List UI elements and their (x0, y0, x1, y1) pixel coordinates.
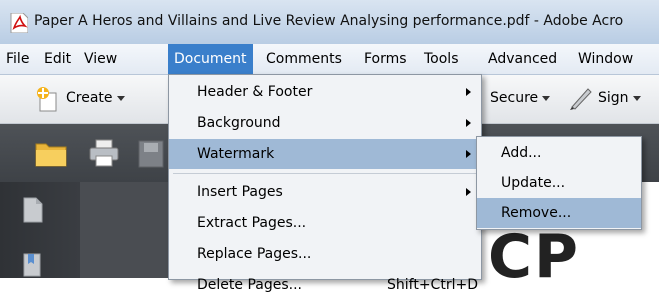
menu-item-delete-pages[interactable]: Delete Pages... Shift+Ctrl+D (169, 270, 481, 300)
chevron-down-icon (542, 95, 551, 101)
create-button[interactable]: Create (66, 90, 125, 106)
submenu-arrow-icon (466, 119, 471, 127)
chevron-down-icon (632, 95, 641, 101)
chevron-down-icon (116, 95, 125, 101)
menu-item-label: Update... (501, 175, 566, 191)
menu-edit[interactable]: Edit (38, 44, 77, 74)
page-content-text: CP (488, 222, 581, 292)
document-menu: Header & Footer Background Watermark Ins… (168, 74, 482, 293)
submenu-arrow-icon (466, 88, 471, 96)
menu-item-label: Header & Footer (197, 84, 313, 100)
menu-document[interactable]: Document (168, 44, 253, 74)
menu-tools[interactable]: Tools (418, 44, 465, 74)
acrobat-icon (10, 12, 29, 34)
title-bar: Paper A Heros and Villains and Live Revi… (0, 0, 659, 45)
watermark-submenu: Add... Update... Remove... (476, 136, 642, 230)
menu-item-label: Replace Pages... (197, 246, 312, 262)
sign-button[interactable]: Sign (598, 90, 641, 106)
menu-view[interactable]: View (78, 44, 123, 74)
print-icon[interactable] (88, 138, 120, 172)
menu-item-watermark[interactable]: Watermark (169, 139, 481, 169)
sign-label: Sign (598, 90, 629, 106)
menu-separator (173, 173, 477, 174)
menu-bar: File Edit View Document Comments Forms T… (0, 44, 659, 75)
menu-item-label: Background (197, 115, 281, 131)
menu-item-shortcut: Shift+Ctrl+D (387, 277, 478, 293)
window-title: Paper A Heros and Villains and Live Revi… (34, 13, 624, 29)
menu-item-label: Add... (501, 145, 542, 161)
submenu-item-remove[interactable]: Remove... (477, 198, 641, 228)
open-folder-icon[interactable] (34, 138, 70, 172)
menu-item-replace-pages[interactable]: Replace Pages... (169, 239, 481, 269)
menu-item-label: Delete Pages... (197, 277, 302, 293)
menu-item-background[interactable]: Background (169, 108, 481, 138)
create-icon (34, 85, 62, 117)
submenu-arrow-icon (466, 150, 471, 158)
menu-item-insert-pages[interactable]: Insert Pages (169, 177, 481, 207)
save-icon[interactable] (138, 140, 164, 172)
secure-button[interactable]: Secure (490, 90, 551, 106)
secure-label: Secure (490, 90, 539, 106)
menu-file[interactable]: File (0, 44, 35, 74)
menu-advanced[interactable]: Advanced (482, 44, 563, 74)
menu-item-label: Remove... (501, 205, 572, 221)
menu-item-label: Extract Pages... (197, 215, 307, 231)
menu-comments[interactable]: Comments (260, 44, 348, 74)
create-label: Create (66, 90, 113, 106)
menu-item-label: Insert Pages (197, 184, 283, 200)
submenu-item-add[interactable]: Add... (477, 138, 641, 168)
menu-forms[interactable]: Forms (358, 44, 413, 74)
submenu-arrow-icon (466, 188, 471, 196)
submenu-item-update[interactable]: Update... (477, 168, 641, 198)
menu-item-extract-pages[interactable]: Extract Pages... (169, 208, 481, 238)
pen-icon (568, 85, 594, 115)
menu-item-header-footer[interactable]: Header & Footer (169, 77, 481, 107)
menu-window[interactable]: Window (572, 44, 639, 74)
menu-item-label: Watermark (197, 146, 275, 162)
navigation-panel (0, 182, 80, 278)
pages-icon[interactable] (22, 196, 44, 228)
